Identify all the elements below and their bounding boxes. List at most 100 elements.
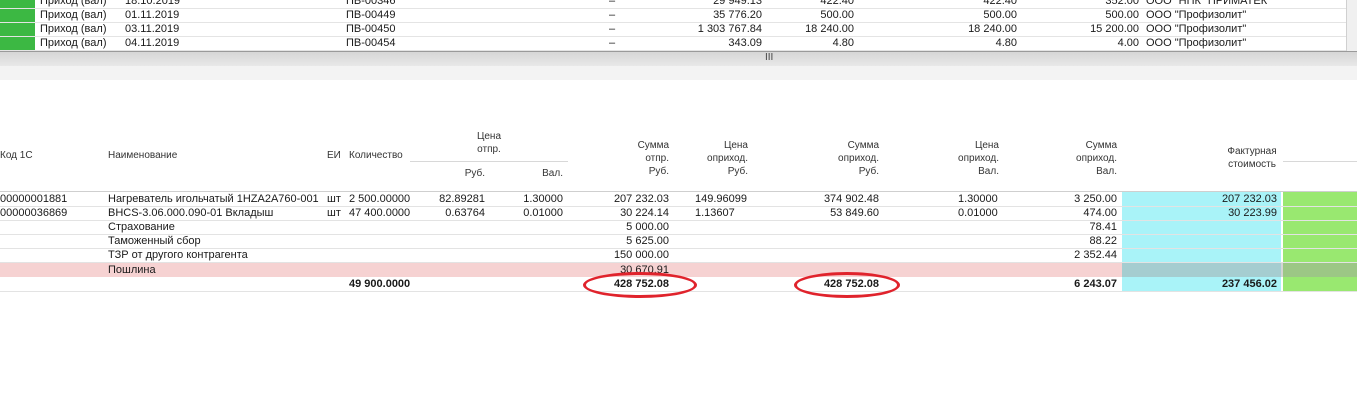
- doc-qty: 4.80: [832, 37, 854, 49]
- col-price-in-val-line3: Вал.: [978, 166, 999, 177]
- doc-qty: 422.40: [820, 0, 854, 7]
- item-sum-ship: 207 232.03: [613, 193, 669, 205]
- col-price-in-rub[interactable]: Цена оприход. Руб.: [680, 139, 748, 178]
- doc-date: 01.11.2019: [125, 9, 180, 21]
- header-divider: [410, 161, 568, 162]
- col-invoice-line2: стоимость: [1228, 159, 1276, 170]
- doc-dash: –: [609, 9, 616, 21]
- doc-dash: –: [609, 23, 616, 35]
- total-qty: 49 900.0000: [349, 278, 410, 290]
- doc-qty2: 4.80: [995, 37, 1017, 49]
- col-code[interactable]: Код 1С: [0, 149, 33, 162]
- item-code: 00000036869: [0, 207, 68, 219]
- doc-amount: 1 303 767.84: [697, 23, 762, 35]
- doc-dash: –: [609, 37, 616, 49]
- doc-qty: 500.00: [820, 9, 854, 21]
- doc-type: Приход (вал): [40, 37, 107, 49]
- col-price-in-rub-line1: Цена: [723, 140, 748, 151]
- col-unit[interactable]: ЕИ: [327, 149, 341, 162]
- col-sum-in-val[interactable]: Сумма оприход. Вал.: [1050, 139, 1117, 178]
- col-sum-in-rub-line3: Руб.: [858, 166, 879, 177]
- panel-splitter[interactable]: III: [0, 51, 1357, 67]
- item-sum-ship: 150 000.00: [613, 249, 669, 261]
- col-sum-in-rub[interactable]: Сумма оприход. Руб.: [790, 139, 879, 178]
- panel-toolbar-area: [0, 66, 1357, 80]
- item-sum-in-val: 88.22: [1089, 235, 1117, 247]
- item-sum-ship: 30 224.14: [620, 207, 669, 219]
- table-row[interactable]: Приход (вал) 01.11.2019 ПВ-00449 – 35 77…: [0, 9, 1357, 23]
- header-divider: [1283, 161, 1357, 162]
- item-qty: 47 400.0000: [349, 207, 411, 219]
- item-price-rub: 0.63764: [445, 207, 485, 219]
- item-name: Таможенный сбор: [108, 235, 201, 247]
- doc-type: Приход (вал): [40, 23, 107, 35]
- doc-number: ПВ-00346: [346, 0, 396, 7]
- doc-partner: ООО "Профизолит": [1146, 9, 1247, 21]
- item-sum-in-val: 474.00: [1083, 207, 1117, 219]
- highlight-oval-sum-in-rub: [794, 272, 900, 298]
- item-invoice: 207 232.03: [1221, 193, 1277, 205]
- col-sum-in-rub-line2: оприход.: [838, 153, 879, 164]
- col-price-in-val[interactable]: Цена оприход. Вал.: [930, 139, 999, 178]
- doc-amount: 29 949.13: [713, 0, 762, 7]
- item-price-in-rub: 1.13607: [695, 207, 735, 219]
- table-row[interactable]: 00000001881 Нагреватель игольчатый 1HZA2…: [0, 192, 1357, 207]
- col-sum-ship[interactable]: Сумма отпр. Руб.: [580, 139, 669, 178]
- item-unit: шт: [327, 207, 341, 219]
- col-price-in-val-line2: оприход.: [958, 153, 999, 164]
- item-price-in-val: 0.01000: [958, 207, 998, 219]
- item-name: ТЗР от другого контрагента: [108, 249, 248, 261]
- item-price-in-rub: 149.96099: [695, 193, 747, 205]
- col-invoice[interactable]: Фактурная стоимость: [1190, 145, 1314, 171]
- doc-amount: 35 776.20: [713, 9, 762, 21]
- col-sum-ship-line3: Руб.: [648, 166, 669, 177]
- col-price-rub[interactable]: Руб.: [410, 167, 485, 180]
- doc-date: 04.11.2019: [125, 37, 180, 49]
- doc-sum: 4.00: [1117, 37, 1139, 49]
- table-row[interactable]: Страхование 5 000.00 78.41: [0, 220, 1357, 235]
- item-sum-in-rub: 374 902.48: [823, 193, 879, 205]
- table-row[interactable]: Приход (вал) 04.11.2019 ПВ-00454 – 343.0…: [0, 37, 1357, 51]
- col-price-group[interactable]: Цена отпр.: [410, 130, 568, 156]
- col-qty[interactable]: Количество: [349, 149, 403, 162]
- item-code: 00000001881: [0, 193, 68, 205]
- col-sum-in-rub-line1: Сумма: [847, 140, 879, 151]
- doc-partner: ООО "Профизолит": [1146, 23, 1247, 35]
- doc-qty: 18 240.00: [805, 23, 854, 35]
- doc-number: ПВ-00449: [346, 9, 396, 21]
- col-sum-in-val-line1: Сумма: [1085, 140, 1117, 151]
- col-sum-in-val-line2: оприход.: [1076, 153, 1117, 164]
- col-sum-ship-line1: Сумма: [637, 140, 669, 151]
- item-sum-in-val: 3 250.00: [1074, 193, 1117, 205]
- item-price-rub: 82.89281: [439, 193, 485, 205]
- table-row[interactable]: Приход (вал) 03.11.2019 ПВ-00450 – 1 303…: [0, 23, 1357, 37]
- table-row[interactable]: Таможенный сбор 5 625.00 88.22: [0, 234, 1357, 249]
- col-name[interactable]: Наименование: [108, 149, 177, 162]
- status-cell: [0, 37, 35, 50]
- doc-date: 18.10.2019: [125, 0, 181, 7]
- item-unit: шт: [327, 193, 341, 205]
- table-row[interactable]: Приход (вал) 18.10.2019 ПВ-00346 – 29 94…: [0, 0, 1357, 9]
- table-row[interactable]: 00000036869 BHCS-3.06.000.090-01 Вкладыш…: [0, 206, 1357, 221]
- col-price-val[interactable]: Вал.: [490, 167, 563, 180]
- status-cell: [0, 23, 35, 36]
- total-invoice: 237 456.02: [1221, 278, 1277, 290]
- doc-date: 03.11.2019: [125, 23, 180, 35]
- doc-partner: ООО "Профизолит": [1146, 37, 1247, 49]
- doc-type: Приход (вал): [40, 9, 107, 21]
- col-price-in-rub-line3: Руб.: [727, 166, 748, 177]
- doc-sum: 352.00: [1105, 0, 1139, 7]
- item-name: Нагреватель игольчатый 1HZA2A760-001: [108, 193, 319, 205]
- item-sum-in-val: 2 352.44: [1074, 249, 1117, 261]
- doc-dash: –: [609, 0, 616, 7]
- col-price-in-val-line1: Цена: [974, 140, 999, 151]
- col-invoice-line1: Фактурная: [1227, 146, 1277, 157]
- item-price-in-val: 1.30000: [958, 193, 998, 205]
- item-name: Страхование: [108, 221, 175, 233]
- doc-partner: ООО "НПК "ПРИМАТЕК": [1146, 0, 1272, 7]
- item-price-val: 1.30000: [523, 193, 563, 205]
- status-cell: [0, 0, 35, 8]
- col-sum-ship-line2: отпр.: [645, 153, 669, 164]
- table-row[interactable]: ТЗР от другого контрагента 150 000.00 2 …: [0, 248, 1357, 263]
- col-price-in-rub-line2: оприход.: [707, 153, 748, 164]
